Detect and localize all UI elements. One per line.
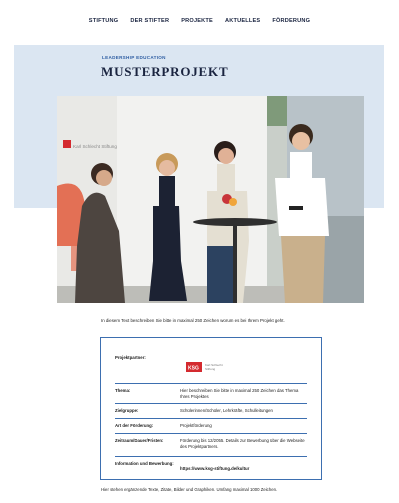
row-value: Hier beschreiben Sie bitte in maximal 25… [180, 388, 299, 399]
main-nav: STIFTUNG DER STIFTER PROJEKTE AKTUELLES … [0, 18, 399, 24]
divider [115, 433, 307, 434]
partner-label: Projektpartner: [115, 355, 146, 360]
nav-item-der-stifter[interactable]: DER STIFTER [130, 18, 169, 24]
application-link[interactable]: https://www.ksg-stiftung.de/kultur [180, 466, 308, 472]
divider [115, 403, 307, 404]
page-title: MUSTERPROJEKT [101, 64, 229, 79]
divider [115, 456, 307, 457]
row-label: Zeitraum/Dauer/Fristen: [115, 438, 164, 443]
footnote-text: Hier stehen ergänzende Texte, Zitate, Bi… [101, 487, 278, 492]
project-category: LEADERSHIP EDUCATION [102, 55, 166, 60]
svg-text:Stiftung: Stiftung [205, 367, 216, 371]
row-label: Zielgruppe: [115, 408, 139, 413]
nav-item-projekte[interactable]: PROJEKTE [181, 18, 213, 24]
nav-item-stiftung[interactable]: STIFTUNG [89, 18, 119, 24]
divider [115, 383, 307, 384]
row-value: Schülerinnen/Schüler, Lehrkräfte, Schull… [180, 408, 273, 413]
partner-logo: KSG Karl Schlecht Stiftung [186, 360, 238, 374]
row-label: Thema: [115, 388, 131, 393]
nav-item-aktuelles[interactable]: AKTUELLES [225, 18, 260, 24]
project-info-box: Projektpartner: KSG Karl Schlecht Stiftu… [100, 337, 322, 480]
row-label: Information und Bewerbung: [115, 461, 174, 466]
svg-text:KSG: KSG [188, 366, 199, 372]
intro-text: In diesem Text beschreiben Sie bitte in … [101, 318, 285, 323]
event-photo-illustration: Karl Schlecht Stiftung [57, 96, 364, 303]
banner-logo-text: Karl Schlecht Stiftung [73, 144, 117, 149]
event-photo: Karl Schlecht Stiftung [57, 96, 364, 303]
row-value: Projektförderung [180, 423, 212, 428]
row-value: Förderung bis 12/2055. Details zur Bewer… [180, 438, 305, 449]
ksg-logo-icon: KSG Karl Schlecht Stiftung [186, 362, 223, 372]
nav-item-foerderung[interactable]: FÖRDERUNG [272, 18, 310, 24]
divider [115, 418, 307, 419]
row-label: Art der Förderung: [115, 423, 154, 428]
